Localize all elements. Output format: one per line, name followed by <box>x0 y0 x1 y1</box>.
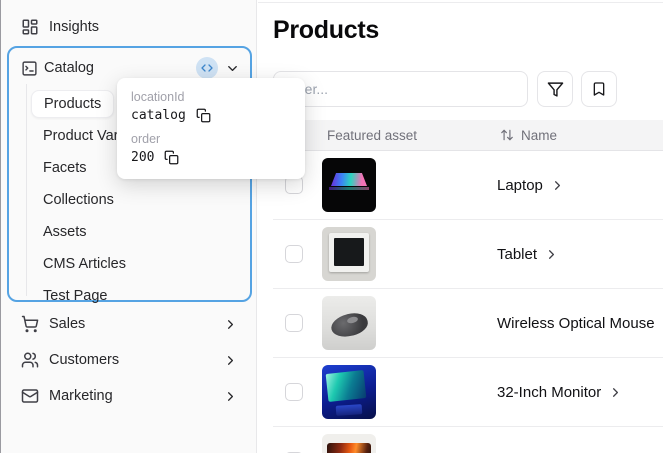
sidebar-item-marketing[interactable]: Marketing <box>13 382 246 410</box>
sidebar-item-label: Assets <box>43 224 87 240</box>
tooltip-field-label: locationId <box>131 90 185 104</box>
chevron-right-icon <box>554 180 560 190</box>
tooltip-field-label: order <box>131 132 161 146</box>
copy-button[interactable] <box>164 150 179 165</box>
sidebar-item-cms-articles[interactable]: CMS Articles <box>9 248 250 280</box>
bookmark-button[interactable] <box>581 71 617 107</box>
sidebar-item-label: CMS Articles <box>43 256 126 272</box>
featured-asset-column-header: Featured asset <box>327 127 418 143</box>
funnel-icon <box>547 81 563 97</box>
filter-button[interactable] <box>537 71 573 107</box>
chevron-right-icon <box>549 249 555 259</box>
main-top-divider <box>258 2 663 3</box>
app-window: Insights Catalog Products Product Varian… <box>0 0 663 453</box>
bookmark-icon <box>593 82 605 96</box>
sidebar-item-collections[interactable]: Collections <box>9 184 250 216</box>
product-name: Tablet <box>497 245 538 263</box>
sidebar-item-label: Products <box>31 90 115 118</box>
product-link[interactable]: 32-Inch Monitor <box>497 384 623 401</box>
name-column-label: Name <box>521 127 558 143</box>
monitor-curved-thumbnail <box>322 434 376 453</box>
chevron-right-icon <box>228 355 233 365</box>
table-row[interactable]: Tablet <box>273 220 663 289</box>
table-row[interactable]: Wireless Optical Mouse <box>273 289 663 358</box>
product-link[interactable]: Tablet <box>497 246 559 263</box>
sidebar-item-insights[interactable]: Insights <box>13 13 246 41</box>
product-name: Laptop <box>497 176 543 194</box>
table-row[interactable]: 32-Inch Monitor <box>273 358 663 427</box>
product-link[interactable]: Laptop <box>497 177 565 194</box>
chevron-down-icon <box>228 65 237 71</box>
copy-icon <box>165 150 179 165</box>
sidebar-item-customers[interactable]: Customers <box>13 346 246 374</box>
sidebar-item-assets[interactable]: Assets <box>9 216 250 248</box>
terminal-square-icon <box>22 60 37 76</box>
tooltip-field-value: catalog <box>131 108 186 123</box>
mouse-thumbnail <box>322 296 376 350</box>
mail-icon <box>21 389 39 403</box>
row-checkbox[interactable] <box>285 245 303 263</box>
dev-tooltip: locationId catalog order 200 <box>117 78 305 179</box>
table-row[interactable]: Curved Monitor <box>273 427 663 453</box>
row-checkbox[interactable] <box>285 314 303 332</box>
sidebar-item-sales[interactable]: Sales <box>13 310 246 338</box>
sort-arrows-icon <box>501 129 513 141</box>
sidebar-item-label: Marketing <box>49 388 113 404</box>
page-title: Products <box>273 16 379 44</box>
row-checkbox[interactable] <box>285 383 303 401</box>
chevron-right-icon <box>228 319 233 329</box>
sidebar-item-label: Insights <box>49 19 99 35</box>
sidebar-item-test-page[interactable]: Test Page <box>9 280 250 312</box>
tooltip-field-value: 200 <box>131 150 155 165</box>
window-edge <box>0 0 1 453</box>
laptop-thumbnail <box>322 158 376 212</box>
monitor-32-thumbnail <box>322 365 376 419</box>
sidebar: Insights Catalog Products Product Varian… <box>1 0 257 453</box>
table-row[interactable]: Laptop <box>273 151 663 220</box>
sidebar-item-label: Sales <box>49 316 86 332</box>
sidebar-item-label: Catalog <box>44 60 94 76</box>
users-icon <box>21 352 39 368</box>
product-name: 32-Inch Monitor <box>497 383 602 401</box>
chevron-right-icon <box>228 391 233 401</box>
copy-button[interactable] <box>196 108 211 123</box>
product-name: Wireless Optical Mouse <box>497 314 655 332</box>
sidebar-item-label: Facets <box>43 160 87 176</box>
products-table: Featured asset Name Laptop Tablet Wirele… <box>273 120 663 453</box>
product-link[interactable]: Wireless Optical Mouse <box>497 315 663 332</box>
dev-mode-badge[interactable] <box>196 57 218 79</box>
sidebar-item-label: Customers <box>49 352 120 368</box>
sidebar-item-label: Test Page <box>43 288 108 304</box>
table-header-row: Featured asset Name <box>273 120 663 151</box>
code-icon <box>201 64 213 72</box>
sidebar-item-label: Collections <box>43 192 114 208</box>
tablet-thumbnail <box>322 227 376 281</box>
filter-input[interactable] <box>273 71 528 107</box>
cart-icon <box>21 315 39 333</box>
dashboard-grid-icon <box>22 19 38 35</box>
name-column-sort[interactable]: Name <box>500 128 557 143</box>
copy-icon <box>196 108 211 123</box>
chevron-right-icon <box>613 387 619 397</box>
